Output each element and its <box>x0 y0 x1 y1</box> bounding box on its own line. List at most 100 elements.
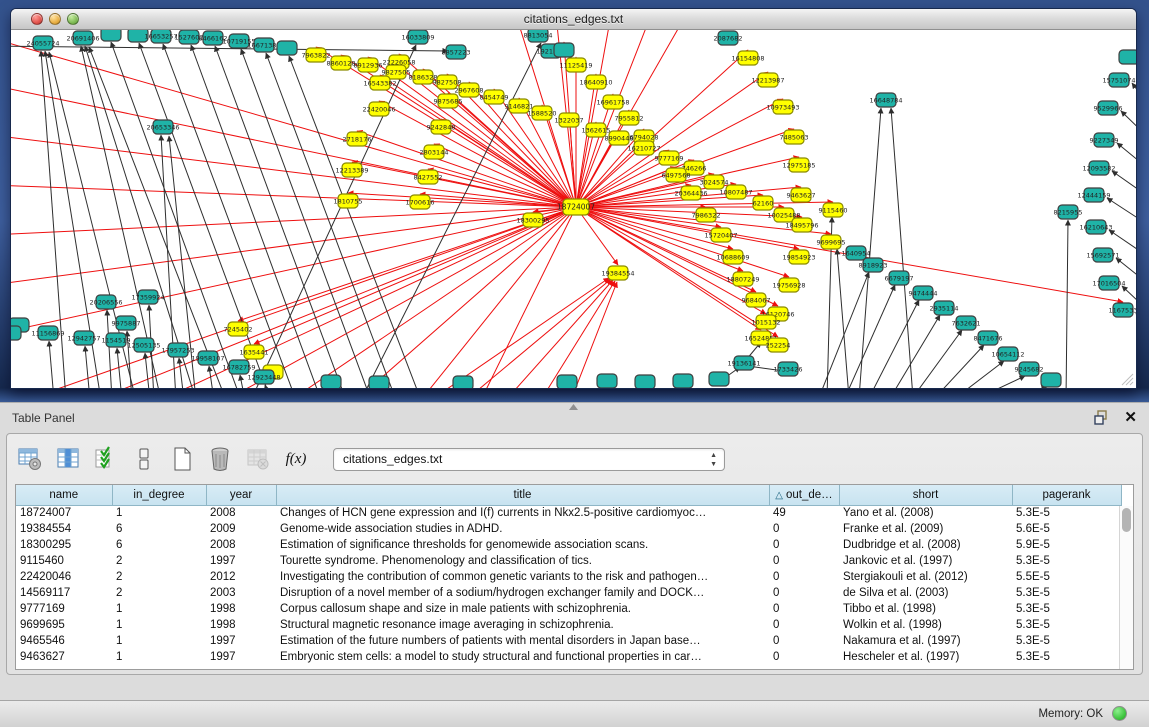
table-row[interactable]: 1830029562008Estimation of significance … <box>16 537 1121 553</box>
table-cell[interactable]: Genome-wide association studies in ADHD. <box>276 521 769 537</box>
graph-edge[interactable] <box>289 56 421 388</box>
graph-node-yellow[interactable]: 3024574 <box>700 175 729 189</box>
table-cell[interactable]: Embryonic stem cells: a model to study s… <box>276 649 769 665</box>
table-cell[interactable]: 9115460 <box>16 553 112 569</box>
graph-node-teal[interactable]: 2935114 <box>930 301 959 315</box>
graph-edge[interactable] <box>145 353 150 388</box>
citation-network-graph[interactable]: 1872400779638228860128891293622226058982… <box>11 30 1136 388</box>
table-cell[interactable]: 18724007 <box>16 505 112 521</box>
delete-table-disabled-icon[interactable] <box>243 444 273 474</box>
graph-node-teal[interactable]: 11156869 <box>31 326 64 340</box>
graph-node-teal[interactable]: 8918923 <box>859 258 888 272</box>
graph-node-teal[interactable] <box>101 30 121 41</box>
table-selector-dropdown[interactable]: citations_edges.txt▲▼ <box>333 448 725 471</box>
graph-node-teal[interactable]: 15692571 <box>1086 248 1119 262</box>
table-cell[interactable]: 2008 <box>206 505 276 521</box>
delete-icon[interactable] <box>205 444 235 474</box>
table-cell[interactable]: 9463627 <box>16 649 112 665</box>
table-cell[interactable]: Hescheler et al. (1997) <box>839 649 1012 665</box>
table-cell[interactable]: 0 <box>769 569 839 585</box>
table-cell[interactable]: 1997 <box>206 633 276 649</box>
graph-node-teal[interactable]: 8857223 <box>442 45 471 59</box>
table-cell[interactable]: 9699695 <box>16 617 112 633</box>
graph-node-yellow[interactable]: 7955812 <box>615 111 644 125</box>
table-cell[interactable]: 1 <box>112 633 206 649</box>
graph-edge[interactable] <box>466 279 611 388</box>
table-cell[interactable]: 2 <box>112 553 206 569</box>
table-cell[interactable]: 0 <box>769 537 839 553</box>
graph-node-yellow[interactable]: 9463627 <box>787 188 816 202</box>
graph-edge[interactable] <box>844 285 895 388</box>
table-cell[interactable]: 5.5E-5 <box>1012 569 1121 585</box>
graph-node-yellow[interactable]: 18807249 <box>726 272 759 286</box>
table-cell[interactable]: 1997 <box>206 649 276 665</box>
column-header-in_degree[interactable]: in_degree <box>112 485 206 505</box>
graph-node-teal[interactable]: 2087682 <box>714 31 743 45</box>
graph-node-teal[interactable]: 19136141 <box>727 356 760 370</box>
graph-edge[interactable] <box>889 315 940 388</box>
column-header-name[interactable]: name <box>16 485 112 505</box>
table-cell[interactable]: Stergiakouli et al. (2012) <box>839 569 1012 585</box>
table-cell[interactable]: 2012 <box>206 569 276 585</box>
table-cell[interactable]: 9465546 <box>16 633 112 649</box>
graph-node-teal[interactable] <box>1041 373 1061 387</box>
graph-node-teal[interactable]: 1167533 <box>1109 303 1136 317</box>
splitter-handle-icon[interactable] <box>569 404 578 410</box>
table-cell[interactable]: 1997 <box>206 553 276 569</box>
table-cell[interactable]: 1 <box>112 601 206 617</box>
table-cell[interactable]: 22420046 <box>16 569 112 585</box>
graph-edge[interactable] <box>571 282 617 388</box>
table-cell[interactable]: 0 <box>769 617 839 633</box>
graph-edge[interactable] <box>1112 171 1136 202</box>
graph-edge[interactable] <box>251 45 416 388</box>
table-vertical-scrollbar[interactable] <box>1119 506 1133 669</box>
graph-node-teal[interactable]: 20653346 <box>146 120 179 134</box>
table-cell[interactable]: Estimation of the future numbers of pati… <box>276 633 769 649</box>
table-cell[interactable]: Investigating the contribution of common… <box>276 569 769 585</box>
table-cell[interactable]: Changes of HCN gene expression and I(f) … <box>276 505 769 521</box>
table-cell[interactable]: 1 <box>112 617 206 633</box>
graph-node-yellow[interactable]: 9684067 <box>742 293 771 307</box>
graph-node-teal[interactable] <box>673 374 693 388</box>
graph-node-teal[interactable]: 1733426 <box>774 362 803 376</box>
graph-edge[interactable] <box>1066 220 1068 388</box>
graph-node-teal[interactable]: 7632621 <box>952 316 981 330</box>
graph-node-teal[interactable]: 9529966 <box>1094 101 1123 115</box>
graph-node-teal[interactable]: 9975887 <box>112 316 141 330</box>
graph-edge[interactable] <box>163 44 296 388</box>
table-cell[interactable]: 5.3E-5 <box>1012 633 1121 649</box>
float-panel-icon[interactable] <box>1094 410 1109 425</box>
graph-node-yellow[interactable]: 1322037 <box>555 113 584 127</box>
table-cell[interactable]: 2 <box>112 569 206 585</box>
graph-node-teal[interactable] <box>635 375 655 388</box>
table-row[interactable]: 1872400712008Changes of HCN gene express… <box>16 505 1121 521</box>
column-header-short[interactable]: short <box>839 485 1012 505</box>
graph-node-teal[interactable] <box>597 374 617 388</box>
table-cell[interactable]: 1 <box>112 649 206 665</box>
graph-edge[interactable] <box>396 64 576 207</box>
graph-node-teal[interactable]: 12505135 <box>127 338 160 352</box>
table-cell[interactable]: Nakamura et al. (1997) <box>839 633 1012 649</box>
graph-node-teal[interactable] <box>11 326 21 340</box>
graph-node-yellow[interactable]: 252254 <box>766 338 791 352</box>
table-cell[interactable]: 5.3E-5 <box>1012 649 1121 665</box>
table-cell[interactable]: 2008 <box>206 537 276 553</box>
graph-node-yellow[interactable]: 19384554 <box>601 266 634 280</box>
table-cell[interactable]: Yano et al. (2008) <box>839 505 1012 521</box>
graph-node-teal[interactable]: 17957253 <box>161 343 194 357</box>
table-cell[interactable]: 0 <box>769 553 839 569</box>
graph-node-teal[interactable]: 10654112 <box>991 347 1024 361</box>
graph-node-yellow[interactable]: 1810755 <box>334 194 363 208</box>
graph-node-yellow[interactable]: 19854923 <box>782 250 815 264</box>
graph-node-yellow[interactable]: 9699695 <box>817 235 846 249</box>
table-cell[interactable]: Estimation of significance thresholds fo… <box>276 537 769 553</box>
function-builder-icon[interactable]: f(x) <box>281 444 311 474</box>
table-cell[interactable]: Dudbridge et al. (2008) <box>839 537 1012 553</box>
graph-node-yellow[interactable]: 16210727 <box>627 141 660 155</box>
graph-node-yellow[interactable]: 9115460 <box>819 203 848 217</box>
graph-node-yellow[interactable]: 1015132 <box>752 315 781 329</box>
graph-node-teal[interactable]: 15751074 <box>1102 73 1135 87</box>
graph-node-yellow[interactable]: 1700616 <box>406 195 435 209</box>
table-cell[interactable]: Jankovic et al. (1997) <box>839 553 1012 569</box>
graph-edge[interactable] <box>85 346 90 388</box>
